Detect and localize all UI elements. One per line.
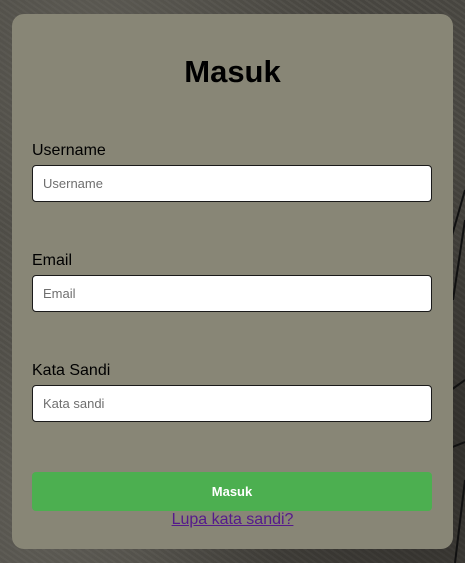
password-input[interactable]	[32, 385, 432, 422]
submit-button[interactable]: Masuk	[32, 472, 432, 511]
email-input[interactable]	[32, 275, 432, 312]
password-label: Kata Sandi	[32, 362, 111, 379]
login-card: Masuk Username Email Kata Sandi Masuk Lu…	[12, 14, 453, 549]
page-title: Masuk	[184, 54, 281, 89]
email-label: Email	[32, 252, 73, 269]
forgot-password-link[interactable]: Lupa kata sandi?	[12, 511, 453, 529]
username-input[interactable]	[32, 165, 432, 202]
username-label: Username	[32, 142, 106, 159]
